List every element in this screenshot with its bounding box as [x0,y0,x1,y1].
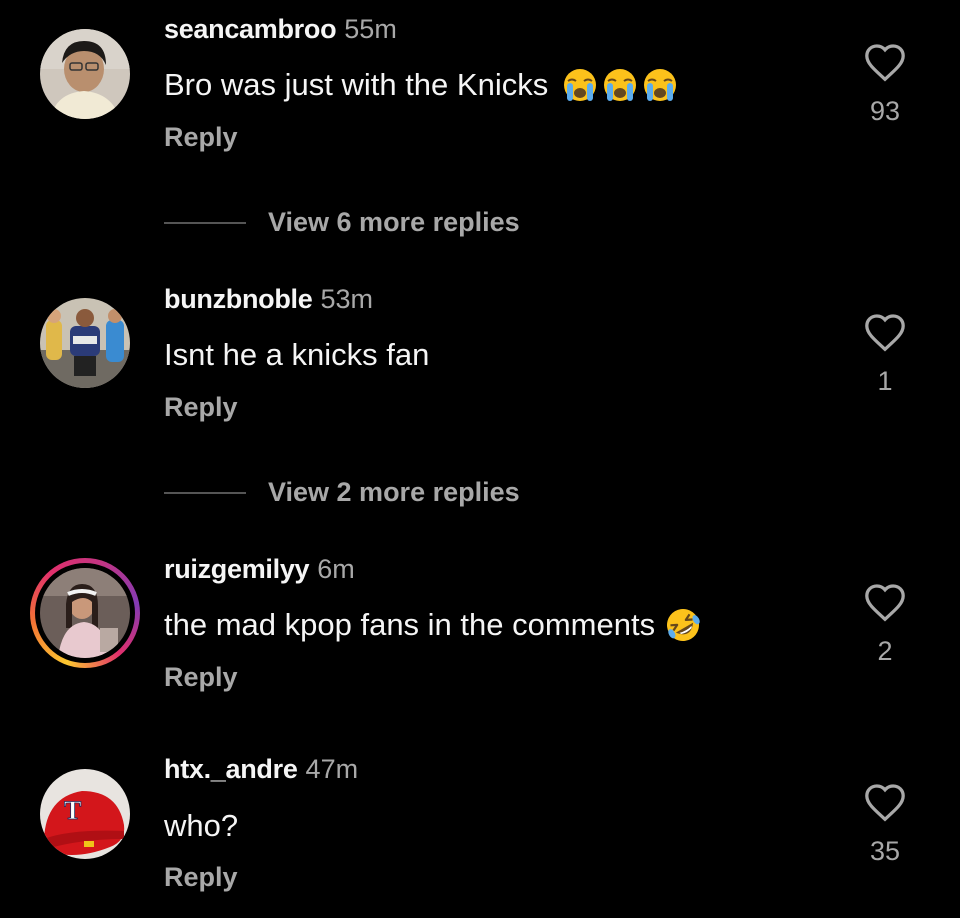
like-control: 35 [855,782,915,867]
comment-body: who? [164,808,239,843]
avatar[interactable] [40,568,130,658]
divider [164,221,246,224]
avatar[interactable] [40,298,130,388]
avatar[interactable] [40,29,130,119]
comment-text: who? [164,808,238,844]
comment-text: the mad kpop fans in the comments [164,607,701,643]
username[interactable]: ruizgemilyy [164,554,310,584]
timestamp: 55m [344,14,397,44]
heart-icon[interactable] [863,582,907,622]
username[interactable]: bunzbnoble [164,284,313,314]
avatar[interactable]: T T [40,769,130,859]
comment-meta: bunzbnoble 53m [164,284,373,315]
reply-button[interactable]: Reply [164,392,238,423]
comment-meta: ruizgemilyy 6m [164,554,355,585]
like-count: 2 [877,636,893,666]
view-more-replies[interactable]: View 6 more replies [164,207,520,238]
comment-meta: htx._andre 47m [164,754,358,785]
comment-body: Isnt he a knicks fan [164,337,430,372]
loudly-crying-face-icon [604,69,637,101]
like-control: 2 [855,582,915,667]
comment-body: Bro was just with the Knicks [164,67,549,102]
loudly-crying-face-icon [564,69,597,101]
heart-icon[interactable] [863,312,907,352]
timestamp: 47m [305,754,359,784]
comment-body: the mad kpop fans in the comments [164,607,656,642]
timestamp: 6m [317,554,355,584]
divider [164,491,246,494]
username[interactable]: htx._andre [164,754,298,784]
heart-icon[interactable] [863,782,907,822]
comment-text: Isnt he a knicks fan [164,337,429,373]
view-more-label[interactable]: View 6 more replies [268,207,520,238]
reply-button[interactable]: Reply [164,122,238,153]
svg-text:T: T [64,796,81,825]
view-more-replies[interactable]: View 2 more replies [164,477,520,508]
reply-button[interactable]: Reply [164,862,238,893]
loudly-crying-face-icon [644,69,677,101]
comment-meta: seancambroo 55m [164,14,397,45]
reply-button[interactable]: Reply [164,662,238,693]
like-control: 1 [855,312,915,397]
like-count: 1 [877,366,893,396]
heart-icon[interactable] [863,42,907,82]
like-count: 35 [869,836,901,866]
rolling-on-floor-laughing-icon [667,609,700,641]
story-ring[interactable] [30,558,140,668]
like-control: 93 [855,42,915,127]
view-more-label[interactable]: View 2 more replies [268,477,520,508]
comment-text: Bro was just with the Knicks [164,67,678,103]
timestamp: 53m [320,284,373,314]
like-count: 93 [869,96,901,126]
username[interactable]: seancambroo [164,14,337,44]
